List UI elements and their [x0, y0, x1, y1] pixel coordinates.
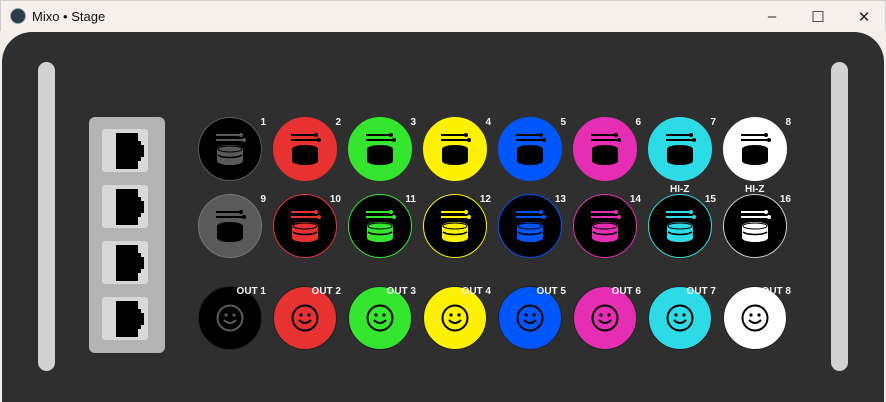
input-channel-15[interactable]: [648, 194, 712, 258]
input-channel-1-label: 1: [260, 117, 266, 128]
app-logo-icon: [10, 8, 26, 24]
input-channel-2[interactable]: [273, 117, 337, 181]
right-rail: [831, 62, 848, 371]
drum-icon: [666, 210, 696, 242]
output-channel-8-label: OUT 8: [761, 286, 791, 297]
drum-icon: [366, 210, 396, 242]
smiley-icon: [741, 304, 769, 332]
drum-icon: [291, 210, 321, 242]
close-button[interactable]: ✕: [841, 1, 886, 32]
drum-icon: [741, 210, 771, 242]
smiley-icon: [666, 304, 694, 332]
input-channel-6[interactable]: [573, 117, 637, 181]
drum-icon: [516, 210, 546, 242]
input-channel-12[interactable]: [423, 194, 487, 258]
output-channel-2-label: OUT 2: [311, 286, 341, 297]
input-channel-7[interactable]: [648, 117, 712, 181]
smiley-icon: [591, 304, 619, 332]
output-channel-7-label: OUT 7: [686, 286, 716, 297]
input-channel-13[interactable]: [498, 194, 562, 258]
drum-icon: [591, 133, 621, 165]
ethernet-port[interactable]: [102, 129, 148, 172]
ethernet-port-icon: [116, 245, 144, 281]
drum-icon: [216, 210, 246, 242]
title-bar: Mixo • Stage – ☐ ✕: [0, 0, 886, 31]
drum-icon: [666, 133, 696, 165]
drum-icon: [291, 133, 321, 165]
input-channel-5-label: 5: [560, 117, 566, 128]
smiley-icon: [441, 304, 469, 332]
input-channel-10[interactable]: [273, 194, 337, 258]
smiley-icon: [291, 304, 319, 332]
maximize-button[interactable]: ☐: [795, 1, 841, 32]
ethernet-port-icon: [116, 189, 144, 225]
input-channel-9-label: 9: [260, 194, 266, 205]
left-rail: [38, 62, 55, 371]
output-channel-6-label: OUT 6: [611, 286, 641, 297]
output-channel-4-label: OUT 4: [461, 286, 491, 297]
input-channel-4-label: 4: [485, 117, 491, 128]
drum-icon: [441, 133, 471, 165]
input-channel-12-label: 12: [479, 194, 491, 205]
input-channel-9[interactable]: [198, 194, 262, 258]
input-channel-5[interactable]: [498, 117, 562, 181]
hi-z-tag: HI-Z: [745, 184, 765, 195]
input-channel-15-label: 15: [704, 194, 716, 205]
input-channel-14[interactable]: [573, 194, 637, 258]
drum-icon: [591, 210, 621, 242]
input-channel-8[interactable]: [723, 117, 787, 181]
input-channel-11[interactable]: [348, 194, 412, 258]
smiley-icon: [516, 304, 544, 332]
input-channel-16-label: 16: [779, 194, 791, 205]
output-channel-1-label: OUT 1: [236, 286, 266, 297]
input-channel-2-label: 2: [335, 117, 341, 128]
input-channel-8-label: 8: [785, 117, 791, 128]
input-channel-1[interactable]: [198, 117, 262, 181]
ethernet-port-icon: [116, 133, 144, 169]
ethernet-port-icon: [116, 301, 144, 337]
drum-icon: [516, 133, 546, 165]
input-channel-3-label: 3: [410, 117, 416, 128]
drum-icon: [216, 133, 246, 165]
ethernet-port[interactable]: [102, 185, 148, 228]
input-channel-16[interactable]: [723, 194, 787, 258]
smiley-icon: [366, 304, 394, 332]
ethernet-port[interactable]: [102, 241, 148, 284]
input-channel-6-label: 6: [635, 117, 641, 128]
input-channel-14-label: 14: [629, 194, 641, 205]
window-title: Mixo • Stage: [32, 9, 106, 24]
ethernet-port[interactable]: [102, 297, 148, 340]
input-channel-7-label: 7: [710, 117, 716, 128]
input-channel-13-label: 13: [554, 194, 566, 205]
output-channel-3-label: OUT 3: [386, 286, 416, 297]
ethernet-panel: [89, 117, 165, 353]
output-channel-5-label: OUT 5: [536, 286, 566, 297]
drum-icon: [741, 133, 771, 165]
smiley-icon: [216, 304, 244, 332]
input-channel-3[interactable]: [348, 117, 412, 181]
input-channel-4[interactable]: [423, 117, 487, 181]
drum-icon: [441, 210, 471, 242]
input-channel-10-label: 10: [329, 194, 341, 205]
hi-z-tag: HI-Z: [670, 184, 690, 195]
input-channel-11-label: 11: [405, 194, 416, 205]
minimize-button[interactable]: –: [749, 1, 795, 32]
drum-icon: [366, 133, 396, 165]
